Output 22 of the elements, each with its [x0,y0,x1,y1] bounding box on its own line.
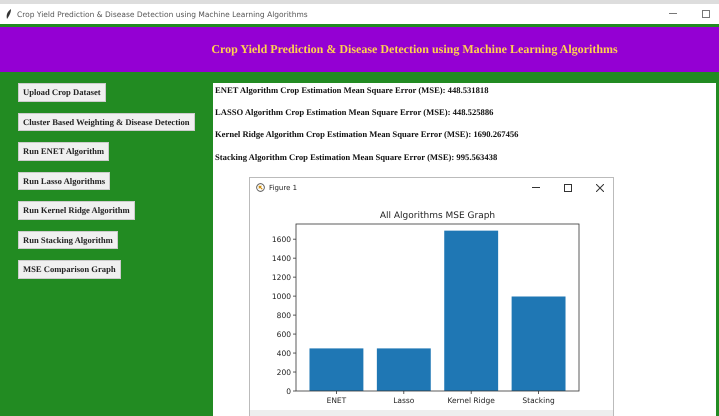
result-line: Stacking Algorithm Crop Estimation Mean Square Error (MSE): 995.563438 [215,152,498,163]
action-button[interactable]: MSE Comparison Graph [18,260,121,278]
bar [309,348,364,391]
minimize-icon [532,186,540,189]
figure-icon [256,183,265,192]
result-line: ENET Algorithm Crop Estimation Mean Square Error (MSE): 448.531818 [215,85,490,96]
action-button[interactable]: Run ENET Algorithm [18,142,110,160]
close-icon [596,184,604,192]
action-button[interactable]: Run Stacking Algorithm [18,230,118,249]
minimize-icon [669,13,677,15]
action-button[interactable]: Cluster Based Weighting & Disease Detection [18,112,195,131]
maximize-icon [564,184,572,192]
result-line: LASSO Algorithm Crop Estimation Mean Square Error (MSE): 448.525886 [215,107,494,118]
app-title: Crop Yield Prediction & Disease Detection using Machine Learning Algorithms [211,42,618,57]
chart-title: All Algorithms MSE Graph [380,210,496,221]
action-button[interactable]: Upload Crop Dataset [18,83,106,102]
result-line: Kernel Ridge Algorithm Crop Estimation Mean Square Error (MSE): 1690.267456 [215,129,520,140]
maximize-icon [702,10,710,18]
action-button[interactable]: Run Kernel Ridge Algorithm [18,201,135,220]
feather-icon [6,9,12,19]
action-button[interactable]: Run Lasso Algorithms [18,172,110,190]
bar [376,348,431,391]
